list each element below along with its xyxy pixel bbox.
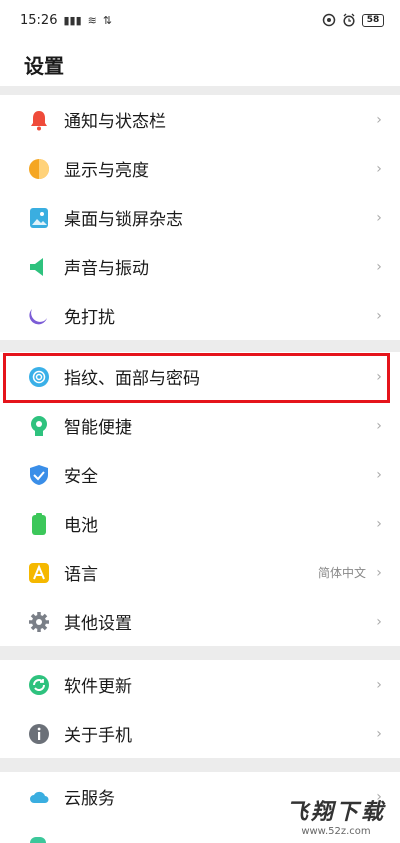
settings-item-label: 安全 [64, 467, 98, 487]
smart-assistant-icon [28, 415, 50, 437]
wallpaper-icon [28, 207, 50, 229]
settings-group-2: 指纹、面部与密码 › 智能便捷 › 安全 › 电池 › 语言 简体中文 › 其他… [0, 352, 400, 646]
settings-group-1: 通知与状态栏 › 显示与亮度 › 桌面与锁屏杂志 › 声音与振动 › 免打扰 › [0, 95, 400, 340]
settings-item-sound[interactable]: 声音与振动 › [0, 242, 400, 291]
page-title-bar: 设置 [0, 40, 400, 86]
settings-item-label: 软件更新 [64, 677, 132, 697]
chevron-right-icon: › [376, 111, 382, 128]
settings-item-display[interactable]: 显示与亮度 › [0, 144, 400, 193]
chevron-right-icon: › [376, 258, 382, 275]
status-time: 15:26 [20, 12, 58, 28]
chevron-right-icon: › [376, 368, 382, 385]
watermark-url: www.52z.com [301, 826, 371, 837]
chevron-right-icon: › [376, 307, 382, 324]
settings-item-language[interactable]: 语言 简体中文 › [0, 548, 400, 597]
chevron-right-icon: › [376, 515, 382, 532]
settings-item-battery[interactable]: 电池 › [0, 499, 400, 548]
data-transfer-icon: ⇅ [102, 13, 113, 27]
settings-item-label: 通知与状态栏 [64, 112, 166, 132]
settings-item-notifications[interactable]: 通知与状态栏 › [0, 95, 400, 144]
status-bar: 15:26 ▮▮▮ ≋ ⇅ 58 [0, 0, 400, 40]
chevron-right-icon: › [376, 725, 382, 742]
battery-icon: 58 [362, 13, 384, 27]
chevron-right-icon: › [376, 417, 382, 434]
chevron-right-icon: › [376, 613, 382, 630]
brightness-icon [28, 158, 50, 180]
alarm-icon [343, 13, 355, 27]
settings-item-label: 关于手机 [64, 726, 132, 746]
language-icon [28, 562, 50, 584]
settings-item-label: 语言 [64, 565, 98, 585]
settings-item-label: 其他设置 [64, 614, 132, 634]
settings-item-label: 桌面与锁屏杂志 [64, 210, 183, 230]
settings-item-label: 显示与亮度 [64, 161, 149, 181]
gear-icon [28, 611, 50, 633]
watermark: 飞翔下载 www.52z.com [286, 802, 386, 837]
shield-icon [28, 464, 50, 486]
battery-icon [28, 512, 50, 535]
signal-icon: ▮▮▮ [63, 13, 82, 27]
status-right: 58 [322, 13, 384, 27]
cloud-icon [28, 786, 50, 808]
settings-item-smart-shortcuts[interactable]: 智能便捷 › [0, 401, 400, 450]
watermark-title: 飞翔下载 [285, 800, 386, 825]
partial-next-item-icon [30, 837, 46, 843]
settings-item-label: 智能便捷 [64, 418, 132, 438]
settings-item-label: 免打扰 [64, 308, 115, 328]
settings-item-label: 电池 [64, 516, 98, 536]
chevron-right-icon: › [376, 160, 382, 177]
moon-icon [28, 305, 50, 327]
page-title: 设置 [24, 54, 64, 78]
chevron-right-icon: › [376, 209, 382, 226]
settings-item-software-update[interactable]: 软件更新 › [0, 660, 400, 709]
update-icon [28, 674, 50, 696]
settings-item-do-not-disturb[interactable]: 免打扰 › [0, 291, 400, 340]
settings-item-label: 声音与振动 [64, 259, 149, 279]
settings-item-wallpaper[interactable]: 桌面与锁屏杂志 › [0, 193, 400, 242]
settings-item-about-phone[interactable]: 关于手机 › [0, 709, 400, 758]
settings-item-other-settings[interactable]: 其他设置 › [0, 597, 400, 646]
fingerprint-icon [28, 366, 50, 388]
info-icon [28, 723, 50, 745]
settings-item-security[interactable]: 安全 › [0, 450, 400, 499]
chevron-right-icon: › [376, 466, 382, 483]
chevron-right-icon: › [376, 676, 382, 693]
status-left: 15:26 ▮▮▮ ≋ ⇅ [20, 13, 112, 28]
eye-comfort-icon [322, 13, 336, 27]
wifi-icon: ≋ [87, 13, 97, 27]
settings-group-3: 软件更新 › 关于手机 › [0, 660, 400, 758]
settings-item-label: 指纹、面部与密码 [64, 369, 200, 389]
language-current-value: 简体中文 [317, 566, 366, 580]
chevron-right-icon: › [376, 564, 382, 581]
speaker-icon [28, 256, 50, 278]
bell-icon [28, 109, 50, 131]
settings-item-fingerprint-face-password[interactable]: 指纹、面部与密码 › [0, 352, 400, 401]
